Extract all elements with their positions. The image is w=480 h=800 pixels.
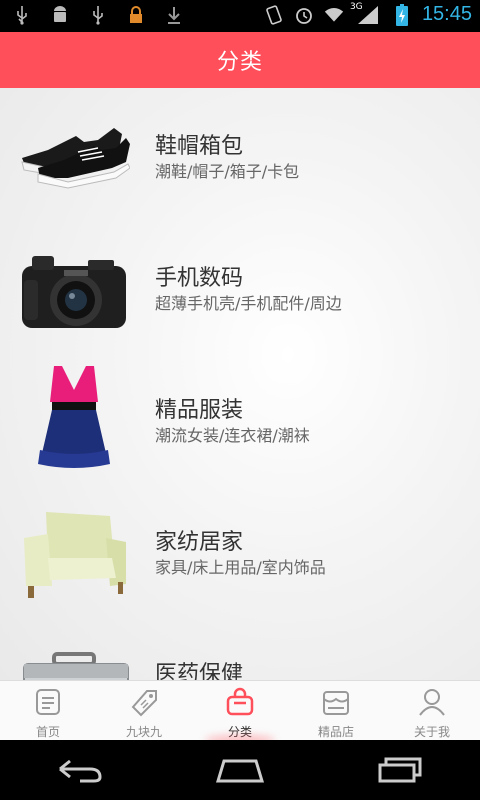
tab-label: 关于我 [413,725,450,739]
tab-category[interactable]: 分类 [192,681,288,741]
wifi-icon [324,4,344,26]
notification-icons [12,4,184,26]
camera-icon [18,230,130,342]
user-icon [417,687,447,721]
tag-icon [129,687,159,721]
category-item-shoes-bags[interactable]: 鞋帽箱包 潮鞋/帽子/箱子/卡包 [0,88,480,220]
tab-nine-yuan[interactable]: 九块九 [96,681,192,741]
category-title: 精品服装 [155,398,244,423]
category-subtitle: 潮鞋/帽子/箱子/卡包 [155,162,300,181]
header-bar: 分类 [0,32,480,88]
category-title: 手机数码 [155,266,244,291]
category-title: 鞋帽箱包 [155,134,244,159]
bottom-tab-bar: 首页 九块九 分类 精品店 关于我 [0,680,480,741]
home-doc-icon [33,687,63,721]
back-icon [59,759,102,783]
battery-icon [392,3,412,26]
download-icon [164,4,184,26]
tab-boutique[interactable]: 精品店 [288,681,384,741]
home-icon [215,759,265,783]
category-item-digital[interactable]: 手机数码 超薄手机壳/手机配件/周边 [0,220,480,352]
lock-icon [126,4,146,26]
tab-label: 首页 [35,725,60,739]
store-icon [321,687,351,721]
armchair-icon [18,494,130,606]
system-nav-bar [0,740,480,800]
tab-label: 精品店 [317,725,354,739]
category-subtitle: 家具/床上用品/室内饰品 [155,558,326,577]
usb-icon [12,4,32,26]
recent-apps-icon [378,757,422,783]
alarm-icon [294,4,314,26]
bag-icon [225,687,255,721]
usb-icon-2 [88,4,108,26]
network-type: 3G [349,1,363,12]
tab-home[interactable]: 首页 [0,681,96,741]
category-title: 家纺居家 [155,530,244,555]
category-subtitle: 超薄手机壳/手机配件/周边 [155,294,342,313]
recent-apps-button[interactable] [360,750,440,790]
tab-label: 九块九 [125,725,162,739]
status-bar: 3G 15:45 [0,0,480,32]
signal-icon: 3G [350,2,382,26]
category-item-clothing[interactable]: 精品服装 潮流女装/连衣裙/潮袜 [0,352,480,484]
rotate-icon [264,4,284,26]
category-item-health[interactable]: 医药保健 [0,616,480,680]
category-list[interactable]: 鞋帽箱包 潮鞋/帽子/箱子/卡包 手机数码 超薄手机壳/手机配件/周边 精品服装… [0,88,480,680]
home-button[interactable] [200,750,280,790]
tab-label: 分类 [227,725,252,739]
sneaker-icon [18,98,131,210]
system-icons: 3G 15:45 [264,2,472,26]
clock-time: 15:45 [421,3,472,25]
category-item-home[interactable]: 家纺居家 家具/床上用品/室内饰品 [0,484,480,616]
page-title: 分类 [216,50,263,75]
dress-icon [18,362,130,474]
tab-about-me[interactable]: 关于我 [384,681,480,741]
back-button[interactable] [40,750,120,790]
category-title: 医药保健 [155,662,244,680]
medical-case-icon [18,626,130,680]
category-subtitle: 潮流女装/连衣裙/潮袜 [155,426,310,445]
android-debug-icon [50,4,70,26]
